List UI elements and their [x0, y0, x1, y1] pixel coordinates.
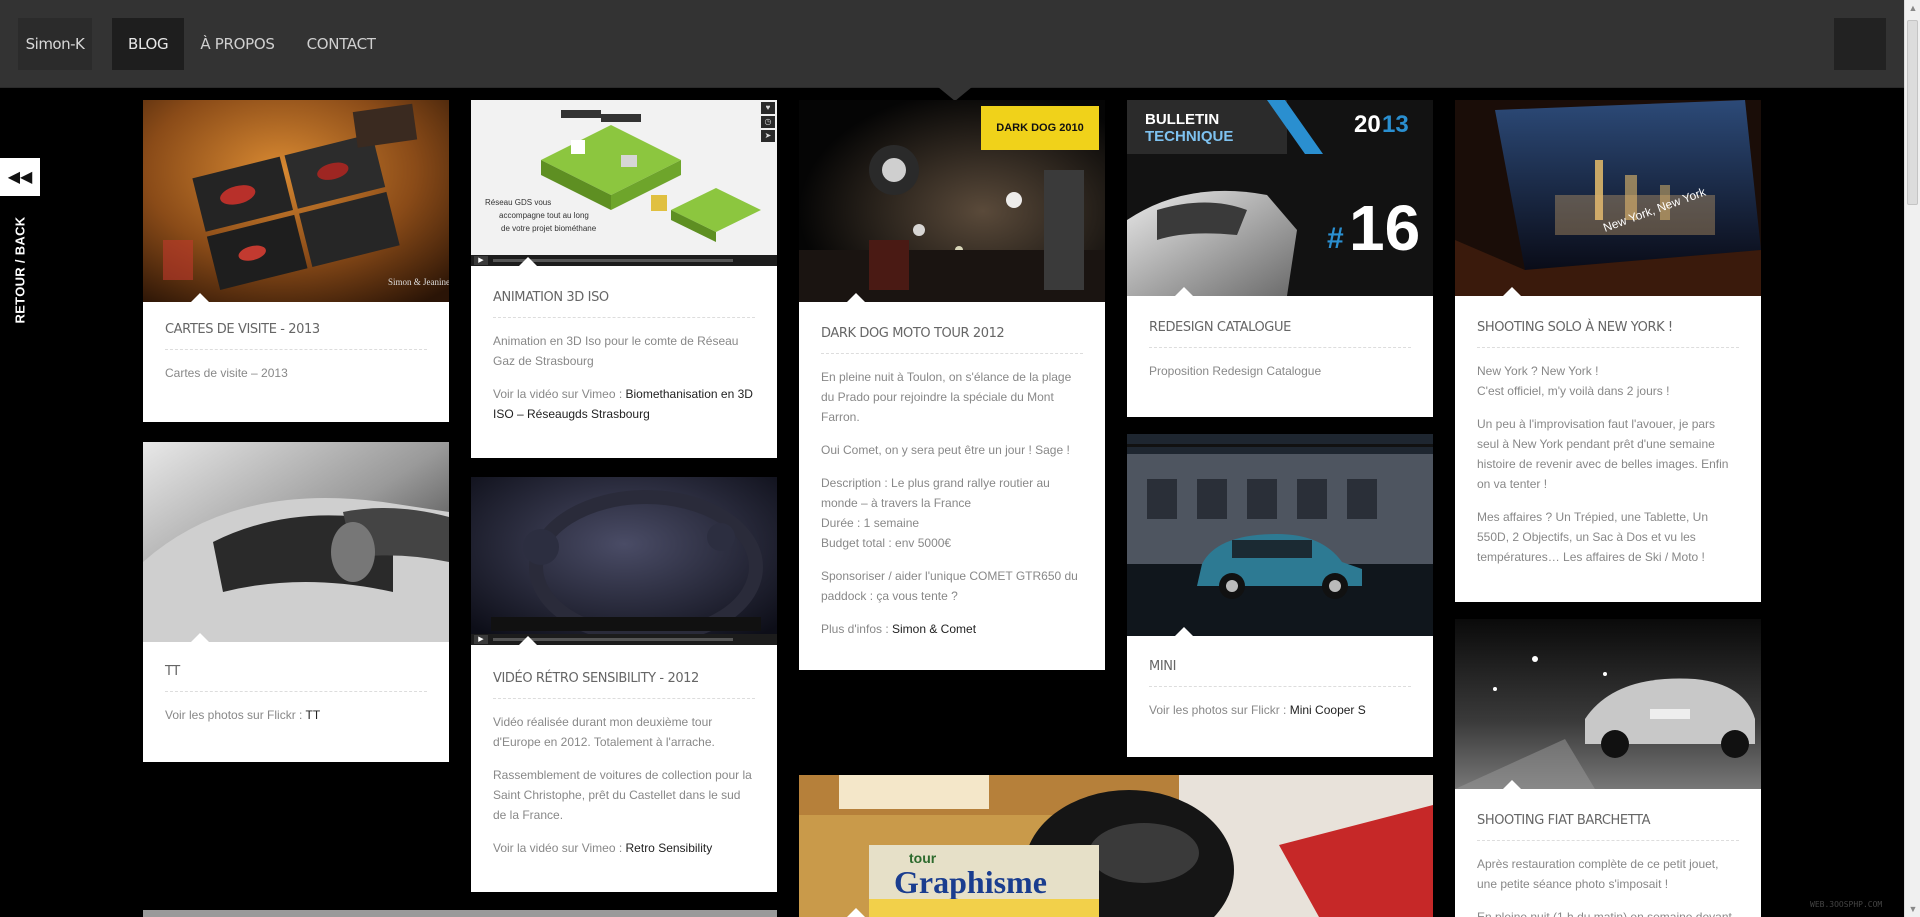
share-icon[interactable]: ➤ — [761, 130, 775, 142]
post-thumbnail[interactable] — [1455, 619, 1761, 789]
catalogue-year-prefix: 20 — [1354, 111, 1381, 138]
post-paragraph: Après restauration complète de ce petit … — [1477, 857, 1719, 891]
post-title[interactable]: SHOOTING FIAT BARCHETTA — [1477, 813, 1739, 841]
catalogue-number: 16 — [1349, 192, 1420, 264]
watermark: WEB.3OOSPHP.COM — [1810, 900, 1883, 909]
post-thumbnail[interactable]: DARK DOG 2010 — [799, 100, 1105, 302]
video-caption-line-3: de votre projet biométhane — [501, 224, 597, 233]
post-paragraph: Plus d'infos : Simon & Comet — [821, 622, 977, 636]
post-title[interactable]: CARTES DE VISITE - 2013 — [165, 322, 427, 350]
like-icon[interactable]: ♥ — [761, 102, 775, 114]
post-card-fiat-barchetta: SHOOTING FIAT BARCHETTA Après restaurati… — [1455, 619, 1761, 917]
catalogue-number-hash: # — [1327, 222, 1344, 255]
video-progress-track[interactable] — [493, 259, 733, 262]
site-logo[interactable]: Simon-K — [18, 18, 92, 70]
post-video-thumbnail[interactable]: ▶ — [471, 477, 777, 645]
post-card-mini: MINI Voir les photos sur Flickr : Mini C… — [1127, 434, 1433, 757]
post-paragraph: En pleine nuit (1 h du matin) en semaine… — [1477, 910, 1732, 917]
post-paragraph: Animation en 3D Iso pour le comte de Rés… — [493, 334, 739, 368]
post-thumbnail[interactable]: Simon & Jeanine — [143, 100, 449, 302]
video-player-bar: ▶ — [471, 634, 777, 645]
post-card-cartes-de-visite: Simon & Jeanine CARTES DE VISITE - 2013 … — [143, 100, 449, 422]
post-card-redesign-catalogue: BULLETIN TECHNIQUE 20 13 # 16 REDESIGN C… — [1127, 100, 1433, 417]
video-progress-track[interactable] — [493, 638, 733, 641]
post-title[interactable]: SHOOTING SOLO À NEW YORK ! — [1477, 320, 1739, 348]
catalogue-cover-line-1: BULLETIN — [1145, 111, 1219, 128]
post-excerpt: Voir les photos sur Flickr : Mini Cooper… — [1149, 703, 1366, 717]
catalogue-year-suffix: 13 — [1382, 111, 1409, 138]
post-excerpt: Voir les photos sur Flickr : TT — [165, 708, 321, 722]
menu-toggle-button[interactable] — [1834, 18, 1886, 70]
post-paragraph: New York ? New York ! C'est officiel, m'… — [1477, 364, 1670, 398]
post-title[interactable]: DARK DOG MOTO TOUR 2012 — [821, 326, 1083, 354]
nav-item-a-propos[interactable]: À PROPOS — [184, 18, 290, 70]
post-title[interactable]: TT — [165, 664, 427, 692]
post-card-tt: TT Voir les photos sur Flickr : TT — [143, 442, 449, 762]
play-icon[interactable]: ▶ — [474, 635, 488, 644]
video-caption-line-1: Réseau GDS vous — [485, 198, 551, 207]
post-title[interactable]: MINI — [1149, 659, 1411, 687]
post-paragraph: Oui Comet, on y sera peut être un jour !… — [821, 443, 1070, 457]
video-side-controls: ♥ ◷ ➤ — [761, 102, 775, 146]
video-player-bar: ▶ — [471, 255, 777, 266]
post-paragraph: Sponsoriser / aider l'unique COMET GTR65… — [821, 569, 1078, 603]
post-thumbnail[interactable]: BULLETIN TECHNIQUE 20 13 # 16 — [1127, 100, 1433, 296]
post-paragraph: Voir la vidéo sur Vimeo : Retro Sensibil… — [493, 841, 713, 855]
catalogue-cover-line-2: TECHNIQUE — [1145, 128, 1233, 145]
vimeo-link[interactable]: Retro Sensibility — [626, 841, 713, 855]
post-card-video-retro-sensibility: ▶ VIDÉO RÉTRO SENSIBILITY - 2012 Vidéo r… — [471, 477, 777, 892]
flickr-link[interactable]: TT — [306, 708, 321, 722]
post-thumbnail[interactable] — [143, 442, 449, 642]
post-excerpt: Cartes de visite – 2013 — [165, 366, 288, 380]
post-video-thumbnail[interactable]: Réseau GDS vous accompagne tout au long … — [471, 100, 777, 266]
flickr-link[interactable]: Mini Cooper S — [1290, 703, 1366, 717]
post-title[interactable]: ANIMATION 3D ISO — [493, 290, 755, 318]
svg-text:Simon & Jeanine: Simon & Jeanine — [388, 277, 449, 287]
nav-item-contact[interactable]: CONTACT — [291, 18, 392, 70]
post-card-partial-image — [143, 910, 777, 917]
post-paragraph: Mes affaires ? Un Trépied, une Tablette,… — [1477, 510, 1709, 564]
post-card-magazine-photo: tour Graphisme — [799, 775, 1433, 917]
post-paragraph: Rassemblement de voitures de collection … — [493, 768, 752, 822]
post-thumbnail[interactable]: tour Graphisme — [799, 775, 1433, 917]
back-button[interactable]: ◀◀ — [0, 158, 40, 196]
post-excerpt: Proposition Redesign Catalogue — [1149, 364, 1322, 378]
post-thumbnail[interactable] — [1127, 434, 1433, 636]
dark-dog-sign-text: DARK DOG 2010 — [996, 122, 1083, 134]
post-paragraph: Voir la vidéo sur Vimeo : Biomethanisati… — [493, 387, 753, 421]
post-card-dark-dog-moto-tour: DARK DOG 2010 DARK DOG MOTO TOUR 2012 En… — [799, 100, 1105, 670]
post-title[interactable]: VIDÉO RÉTRO SENSIBILITY - 2012 — [493, 671, 755, 699]
nav-item-blog[interactable]: BLOG — [112, 18, 185, 70]
post-paragraph: Vidéo réalisée durant mon deuxième tour … — [493, 715, 715, 749]
post-paragraph: En pleine nuit à Toulon, on s'élance de … — [821, 370, 1072, 424]
scroll-up-icon[interactable]: ▲ — [1905, 0, 1920, 16]
play-icon[interactable]: ▶ — [474, 256, 488, 265]
video-caption-line-2: accompagne tout au long — [499, 211, 589, 220]
post-card-new-york: New York, New York SHOOTING SOLO À NEW Y… — [1455, 100, 1761, 602]
post-paragraph: Description : Le plus grand rallye routi… — [821, 476, 1050, 550]
clock-icon[interactable]: ◷ — [761, 116, 775, 128]
post-card-animation-3d-iso: Réseau GDS vous accompagne tout au long … — [471, 100, 777, 458]
back-label[interactable]: RETOUR / BACK — [13, 217, 28, 324]
scroll-down-icon[interactable]: ▼ — [1905, 901, 1920, 917]
more-info-link[interactable]: Simon & Comet — [892, 622, 976, 636]
post-paragraph: Un peu à l'improvisation faut l'avouer, … — [1477, 417, 1729, 491]
magazine-title: Graphisme — [894, 864, 1047, 900]
scroll-thumb[interactable] — [1907, 20, 1918, 205]
top-navigation-bar: Simon-K BLOG À PROPOS CONTACT — [0, 0, 1904, 101]
post-title[interactable]: REDESIGN CATALOGUE — [1149, 320, 1411, 348]
double-chevron-left-icon: ◀◀ — [7, 169, 33, 186]
vertical-scrollbar[interactable]: ▲ ▼ — [1904, 0, 1920, 917]
main-nav: BLOG À PROPOS CONTACT — [112, 18, 392, 70]
post-thumbnail[interactable]: New York, New York — [1455, 100, 1761, 296]
